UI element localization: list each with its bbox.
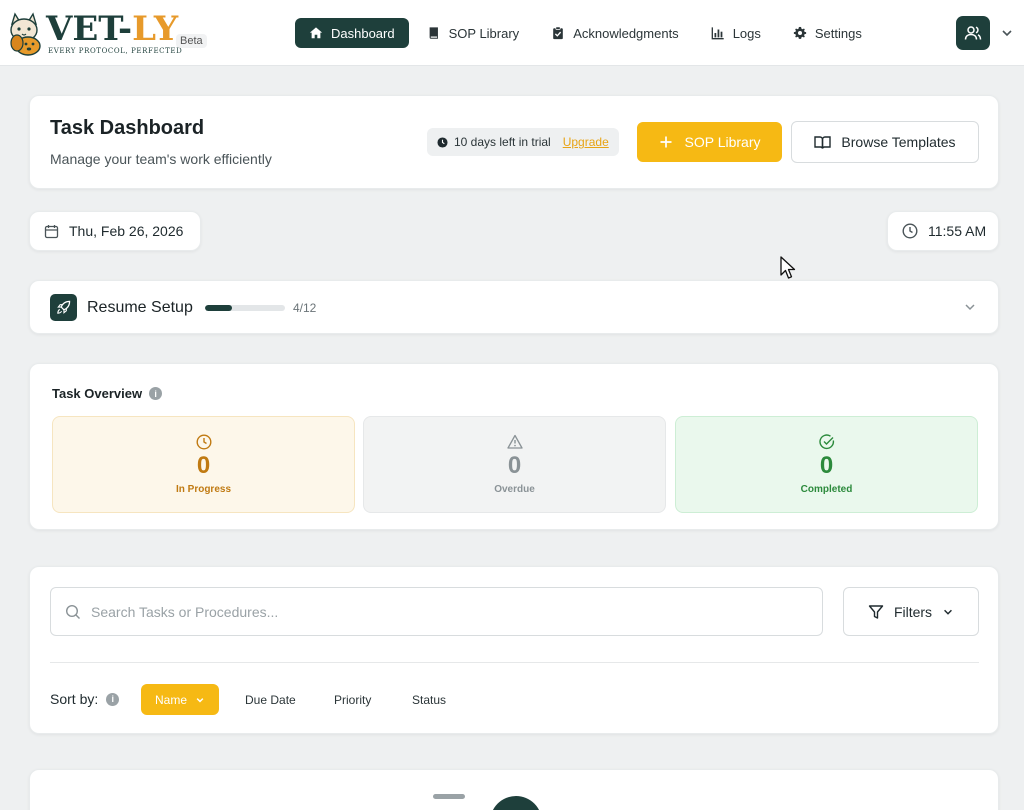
check-circle-icon [818,434,834,450]
filters-button[interactable]: Filters [843,587,979,636]
clock-icon [195,434,212,450]
task-overview-title-text: Task Overview [52,386,143,401]
current-time: 11:55 AM [928,223,987,239]
sort-by-text: Sort by: [50,691,99,707]
brand-tagline: EVERY PROTOCOL, PERFECTED [48,47,183,55]
setup-progress-bar [205,305,285,311]
task-overview-title: Task Overview i [52,386,163,401]
search-icon [65,604,80,619]
clock-icon [437,136,448,148]
brand-name-part1: VET- [46,9,133,49]
brand-wordmark: VET-LY [46,12,178,46]
sort-option-status[interactable]: Status [412,684,446,715]
nav-item-label: Acknowledgments [573,25,679,41]
warning-triangle-icon [506,434,523,449]
nav-item-label: SOP Library [448,25,520,41]
rocket-icon [57,300,71,314]
setup-progress-count: 4/12 [293,301,317,315]
current-date: Thu, Feb 26, 2026 [69,223,184,239]
brand-name-part2: LY [132,9,179,49]
chevron-down-icon [196,697,204,702]
current-time-pill: 11:55 AM [887,211,999,251]
chevron-down-icon[interactable] [1000,26,1014,40]
user-menu-button[interactable] [956,16,990,50]
sort-option-due-date[interactable]: Due Date [245,684,296,715]
drag-handle[interactable] [433,794,465,799]
stat-value: 0 [196,452,211,479]
chevron-down-icon [944,609,953,615]
bar-chart-icon [711,27,724,40]
top-navigation-bar: VET-LY EVERY PROTOCOL, PERFECTED Beta Da… [0,0,1024,66]
vetly-logo[interactable]: VET-LY EVERY PROTOCOL, PERFECTED Beta [4,8,207,58]
resume-setup-label: Resume Setup [87,299,193,316]
nav-item-acknowledgments[interactable]: Acknowledgments [537,18,693,48]
sop-library-button[interactable]: SOP Library [637,122,782,162]
plus-icon [660,136,671,148]
beta-badge: Beta [176,34,207,48]
stat-value: 0 [819,452,834,479]
filter-funnel-icon [868,604,884,619]
stat-overdue[interactable]: 0 Overdue [363,416,666,513]
open-book-icon [814,135,832,149]
mouse-cursor-icon [780,256,796,279]
task-list-card [29,769,999,810]
nav-item-label: Dashboard [331,25,395,41]
main-nav: Dashboard SOP Library Acknowledgments Lo… [295,18,880,48]
home-icon [309,27,323,39]
trial-badge: 10 days left in trial Upgrade [427,128,619,156]
setup-progress-fill [205,305,232,311]
nav-item-sop-library[interactable]: SOP Library [413,18,534,48]
task-search-card: Filters Sort by: i Name Due Date Priorit… [29,566,999,734]
chevron-down-icon[interactable] [963,300,977,314]
calendar-icon [44,224,59,238]
page-title: Task Dashboard [50,117,205,139]
current-date-pill: Thu, Feb 26, 2026 [29,211,201,251]
stat-label: Overdue [494,484,535,495]
nav-item-dashboard[interactable]: Dashboard [295,18,409,48]
sort-option-name[interactable]: Name [141,684,220,715]
browse-templates-button[interactable]: Browse Templates [791,121,979,163]
divider [50,662,979,663]
book-icon [429,27,438,39]
users-icon [964,26,982,40]
rocket-icon-tile [50,294,77,321]
sort-by-label: Sort by: i [50,691,120,707]
info-icon[interactable]: i [106,692,120,706]
floating-action-button[interactable] [490,796,542,810]
info-icon[interactable]: i [149,387,163,400]
search-box[interactable] [50,587,823,636]
task-overview-card: Task Overview i 0 In Progress 0 Overdue … [29,363,999,530]
sort-option-priority[interactable]: Priority [334,684,371,715]
nav-item-label: Settings [814,25,862,41]
page-subtitle: Manage your team's work efficiently [50,151,272,167]
nav-item-settings[interactable]: Settings [779,18,876,48]
upgrade-link[interactable]: Upgrade [563,135,609,149]
stat-value: 0 [507,452,522,479]
sort-option-label: Name [155,692,188,707]
filters-button-label: Filters [893,603,933,620]
dashboard-header-card: Task Dashboard Manage your team's work e… [29,95,999,189]
clipboard-check-icon [553,26,563,40]
search-input[interactable] [91,603,771,620]
cat-dog-mascot-icon [10,12,41,56]
stat-completed[interactable]: 0 Completed [675,416,978,513]
nav-item-logs[interactable]: Logs [697,18,775,48]
clock-icon [902,223,918,239]
stat-label: Completed [800,484,853,495]
gear-icon [793,26,807,39]
stat-label: In Progress [175,484,232,495]
nav-item-label: Logs [732,25,761,41]
sop-library-button-label: SOP Library [684,134,761,150]
browse-templates-button-label: Browse Templates [841,134,956,150]
trial-text: 10 days left in trial [454,135,551,149]
stat-in-progress[interactable]: 0 In Progress [52,416,355,513]
resume-setup-card[interactable]: Resume Setup 4/12 [29,280,999,334]
